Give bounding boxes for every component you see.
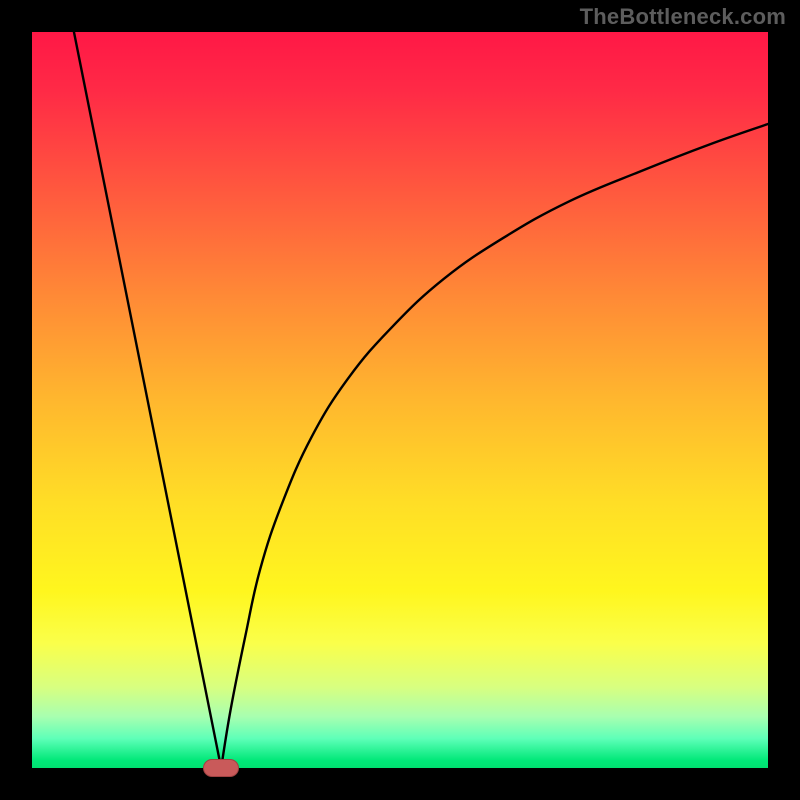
watermark-text: TheBottleneck.com — [580, 4, 786, 30]
plot-area — [32, 32, 768, 768]
chart-frame: TheBottleneck.com — [0, 0, 800, 800]
bottleneck-curve — [74, 32, 768, 768]
min-marker — [203, 759, 239, 777]
curve-svg — [32, 32, 768, 768]
